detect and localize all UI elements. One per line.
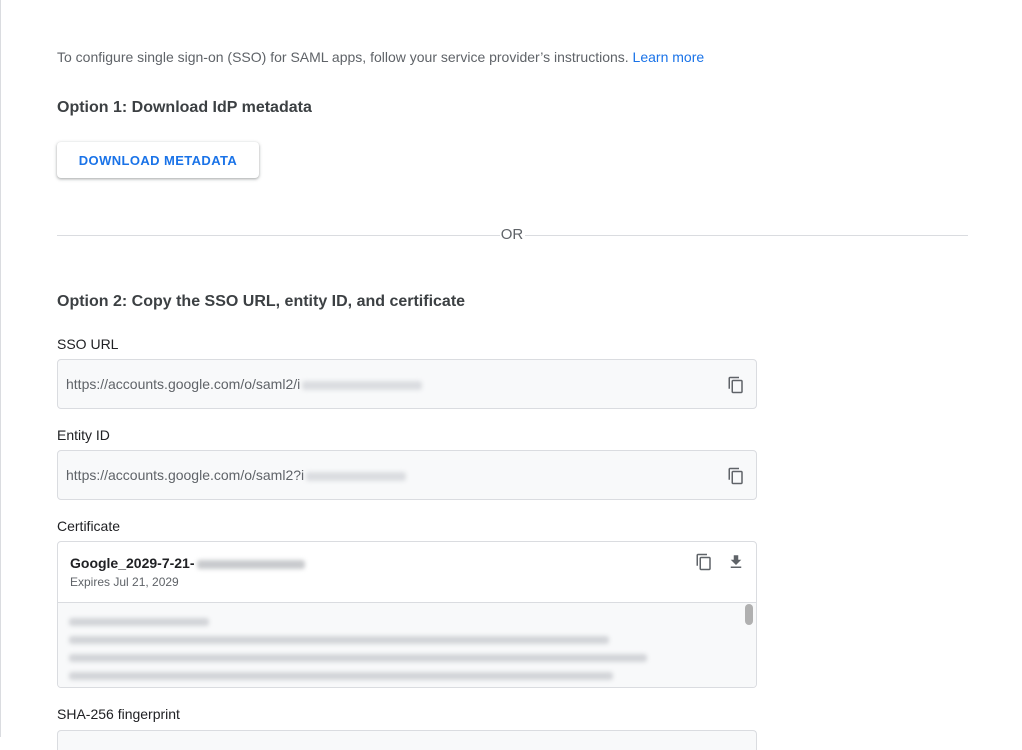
learn-more-link[interactable]: Learn more xyxy=(633,49,705,65)
entity-id-field[interactable]: https://accounts.google.com/o/saml2?i xyxy=(57,450,757,500)
redacted-value xyxy=(302,380,423,390)
copy-icon[interactable] xyxy=(727,376,745,394)
certificate-content[interactable] xyxy=(58,602,756,687)
scrollbar-thumb[interactable] xyxy=(745,604,753,625)
intro-description: To configure single sign-on (SSO) for SA… xyxy=(57,49,629,65)
copy-icon[interactable] xyxy=(695,553,713,571)
fingerprint-field[interactable] xyxy=(57,730,757,750)
sso-url-label: SSO URL xyxy=(57,336,119,352)
certificate-label: Certificate xyxy=(57,518,121,534)
certificate-name: Google_2029-7-21- xyxy=(70,555,305,571)
redacted-line xyxy=(69,636,609,644)
entity-id-value: https://accounts.google.com/o/saml2?i xyxy=(66,467,305,483)
certificate-card: Google_2029-7-21- Expires Jul 21, 2029 xyxy=(57,541,757,688)
sso-url-field[interactable]: https://accounts.google.com/o/saml2/i xyxy=(57,359,757,409)
panel-left-border xyxy=(0,0,1,737)
option1-heading: Option 1: Download IdP metadata xyxy=(57,99,312,116)
certificate-expiry: Expires Jul 21, 2029 xyxy=(70,575,179,589)
redacted-value xyxy=(196,559,305,569)
divider-left xyxy=(57,235,500,236)
intro-text: To configure single sign-on (SSO) for SA… xyxy=(57,49,704,65)
download-icon[interactable] xyxy=(727,553,745,571)
divider-right xyxy=(525,235,968,236)
redacted-line xyxy=(69,654,647,662)
download-metadata-button[interactable]: DOWNLOAD METADATA xyxy=(57,142,259,178)
sso-url-value: https://accounts.google.com/o/saml2/i xyxy=(66,376,301,392)
redacted-value xyxy=(306,471,407,481)
entity-id-label: Entity ID xyxy=(57,427,110,443)
certificate-name-text: Google_2029-7-21- xyxy=(70,555,195,571)
redacted-line xyxy=(69,672,613,680)
fingerprint-label: SHA-256 fingerprint xyxy=(57,706,180,722)
copy-icon[interactable] xyxy=(727,467,745,485)
option2-heading: Option 2: Copy the SSO URL, entity ID, a… xyxy=(57,293,466,310)
redacted-line xyxy=(69,618,209,626)
certificate-scrollbar[interactable] xyxy=(745,603,755,687)
